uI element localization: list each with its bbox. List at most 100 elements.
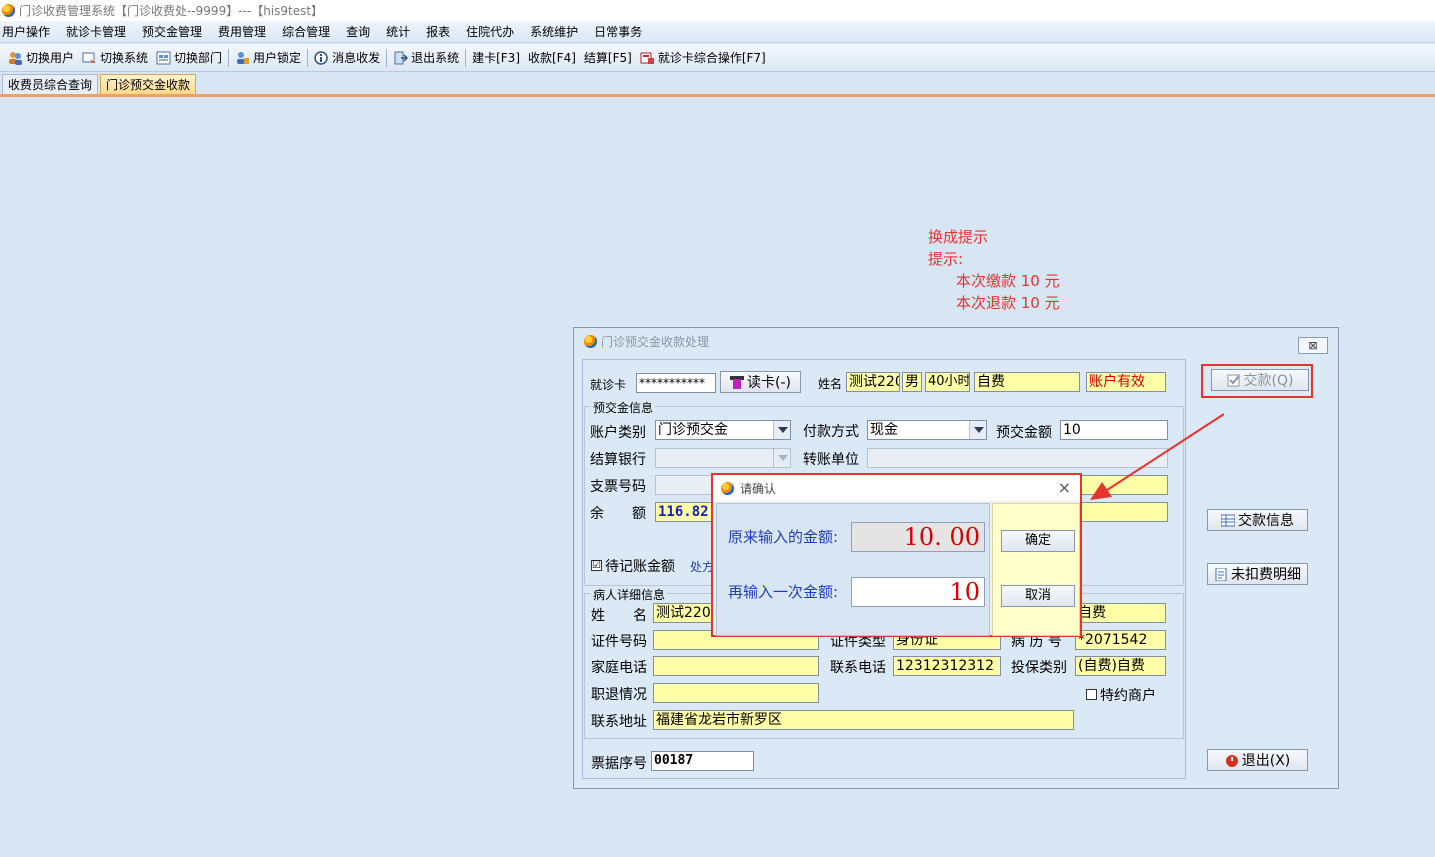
hint-line-3: 本次缴款 10 元 — [956, 272, 1060, 290]
pay-method-select[interactable]: 现金 — [867, 420, 987, 440]
toolbar-switch-user[interactable]: 切换用户 — [4, 47, 78, 69]
menu-general-mgmt[interactable]: 综合管理 — [274, 23, 338, 40]
toolbar-switch-department[interactable]: 切换部门 — [152, 47, 226, 69]
bank-label: 结算银行 — [590, 452, 646, 468]
prepay-window-title: 门诊预交金收款处理 — [601, 334, 710, 349]
address-field: 福建省龙岩市新罗区 — [653, 710, 1074, 730]
toolbar-collect[interactable]: 收款[F4] — [524, 47, 580, 69]
toolbar-settle[interactable]: 结算[F5] — [580, 47, 636, 69]
bank-select[interactable] — [655, 448, 791, 468]
dialog-close-icon[interactable]: × — [1058, 478, 1071, 497]
card-sex-field: 男 — [902, 372, 922, 392]
exit-icon — [393, 51, 409, 65]
menu-inpatient-agent[interactable]: 住院代办 — [458, 23, 522, 40]
pay-method-label: 付款方式 — [803, 424, 859, 440]
unpaid-detail-button[interactable]: 未扣费明细 — [1207, 563, 1308, 585]
special-merchant-label: 特约商户 — [1100, 688, 1156, 704]
exit-button[interactable]: 退出(X) — [1207, 749, 1308, 771]
transfer-unit-field[interactable] — [867, 448, 1168, 468]
confirm-cancel-button[interactable]: 取消 — [1001, 585, 1075, 607]
home-phone-field — [653, 656, 819, 676]
original-amount-field: 10. 00 — [851, 522, 985, 552]
pending-amount-label: 待记账金额 — [605, 559, 675, 575]
info-icon — [314, 50, 329, 65]
receipt-number-field[interactable]: 00187 — [651, 751, 754, 771]
tab-outpatient-prepay[interactable]: 门诊预交金收款 — [100, 74, 197, 94]
power-icon — [1225, 754, 1239, 767]
account-status-field: 账户有效 — [1086, 372, 1166, 392]
document-icon — [1214, 567, 1228, 581]
balance-label: 余 额 — [590, 506, 646, 522]
window-logo-icon — [584, 334, 597, 348]
patient-fee-type-field: 自费 — [1075, 603, 1166, 623]
chevron-down-icon — [773, 421, 790, 439]
patient-group-label: 病人详细信息 — [591, 586, 668, 603]
pending-checkbox[interactable]: ☑ — [591, 560, 602, 571]
repeat-amount-label: 再输入一次金额: — [728, 583, 839, 601]
menu-reports[interactable]: 报表 — [418, 23, 458, 40]
card-label: 就诊卡 — [590, 378, 627, 392]
menu-system-maint[interactable]: 系统维护 — [522, 23, 586, 40]
toolbar-separator — [386, 48, 388, 67]
contact-phone-label: 联系电话 — [830, 660, 886, 676]
pay-info-button[interactable]: 交款信息 — [1207, 509, 1308, 531]
card-number-field[interactable]: *********** — [636, 373, 716, 393]
tab-cashier-query[interactable]: 收费员综合查询 — [2, 74, 99, 94]
card-name-field: 测试2203 — [846, 372, 900, 392]
card-icon — [640, 51, 655, 65]
patient-name-label: 姓 名 — [591, 608, 647, 624]
toolbar-separator — [307, 48, 309, 67]
read-card-button[interactable]: 读卡(-) — [720, 371, 801, 393]
repeat-amount-input[interactable]: 10 — [851, 577, 985, 607]
insurance-label: 投保类别 — [1011, 660, 1067, 676]
toolbar-exit-system[interactable]: 退出系统 — [389, 47, 463, 69]
confirm-dialog-titlebar: 请确认 — [713, 475, 1080, 501]
menu-card-mgmt[interactable]: 就诊卡管理 — [58, 23, 134, 40]
confirm-dialog: 请确认 × 原来输入的金额: 10. 00 再输入一次金额: 10 确定 取消 — [711, 473, 1082, 637]
prepay-amount-label: 预交金额 — [996, 425, 1052, 441]
prepay-group-label: 预交金信息 — [591, 399, 656, 416]
dialog-logo-icon — [721, 481, 734, 495]
department-icon — [156, 51, 171, 65]
toolbar-separator — [228, 48, 230, 67]
toolbar-create-card[interactable]: 建卡[F3] — [468, 47, 524, 69]
retire-status-field — [653, 683, 819, 703]
lock-user-icon — [235, 51, 250, 65]
insurance-field: (自费)自费 — [1075, 656, 1166, 676]
retire-status-label: 职退情况 — [591, 687, 647, 703]
menu-daily[interactable]: 日常事务 — [586, 23, 650, 40]
menu-bar: 用户操作 就诊卡管理 预交金管理 费用管理 综合管理 查询 统计 报表 住院代办… — [0, 21, 1435, 43]
prepay-amount-input[interactable]: 10 — [1060, 420, 1168, 440]
confirm-dialog-body: 原来输入的金额: 10. 00 再输入一次金额: 10 — [716, 503, 990, 636]
record-number-field: *2071542 — [1075, 630, 1166, 650]
special-merchant-checkbox[interactable] — [1086, 689, 1097, 700]
toolbar-messages[interactable]: 消息收发 — [310, 47, 384, 69]
id-number-label: 证件号码 — [591, 634, 647, 650]
toolbar-lock-user[interactable]: 用户锁定 — [231, 47, 305, 69]
menu-user-ops[interactable]: 用户操作 — [0, 23, 58, 40]
name-label: 姓名 — [818, 377, 843, 391]
users-icon — [8, 51, 23, 65]
chevron-down-icon — [969, 421, 986, 439]
toolbar: 切换用户 切换系统 切换部门 用户锁定 消息收发 退出系统 建卡[F3] 收款[… — [0, 44, 1435, 72]
toolbar-switch-system[interactable]: 切换系统 — [78, 47, 152, 69]
pay-button-highlight — [1201, 364, 1313, 398]
hint-line-1: 换成提示 — [928, 228, 989, 246]
toolbar-card-ops[interactable]: 就诊卡综合操作[F7] — [636, 47, 770, 69]
original-amount-label: 原来输入的金额: — [728, 528, 839, 546]
hint-annotation: 换成提示 提示: 本次缴款 10 元 本次退款 10 元 — [928, 226, 1060, 314]
confirm-ok-button[interactable]: 确定 — [1001, 530, 1075, 552]
card-age-field: 40小时 — [925, 372, 970, 392]
menu-stats[interactable]: 统计 — [378, 23, 418, 40]
window-close-button[interactable]: ⊠ — [1298, 337, 1328, 354]
transfer-unit-label: 转账单位 — [803, 452, 859, 468]
menu-fee-mgmt[interactable]: 费用管理 — [210, 23, 274, 40]
switch-system-icon — [82, 51, 97, 65]
menu-query[interactable]: 查询 — [338, 23, 378, 40]
prepay-window-titlebar: 门诊预交金收款处理 — [574, 328, 1338, 354]
menu-prepay-mgmt[interactable]: 预交金管理 — [134, 23, 210, 40]
card-reader-icon — [730, 375, 744, 389]
hint-line-2: 提示: — [928, 250, 964, 268]
app-logo-icon — [2, 4, 15, 17]
account-type-select[interactable]: 门诊预交金 — [655, 420, 791, 440]
